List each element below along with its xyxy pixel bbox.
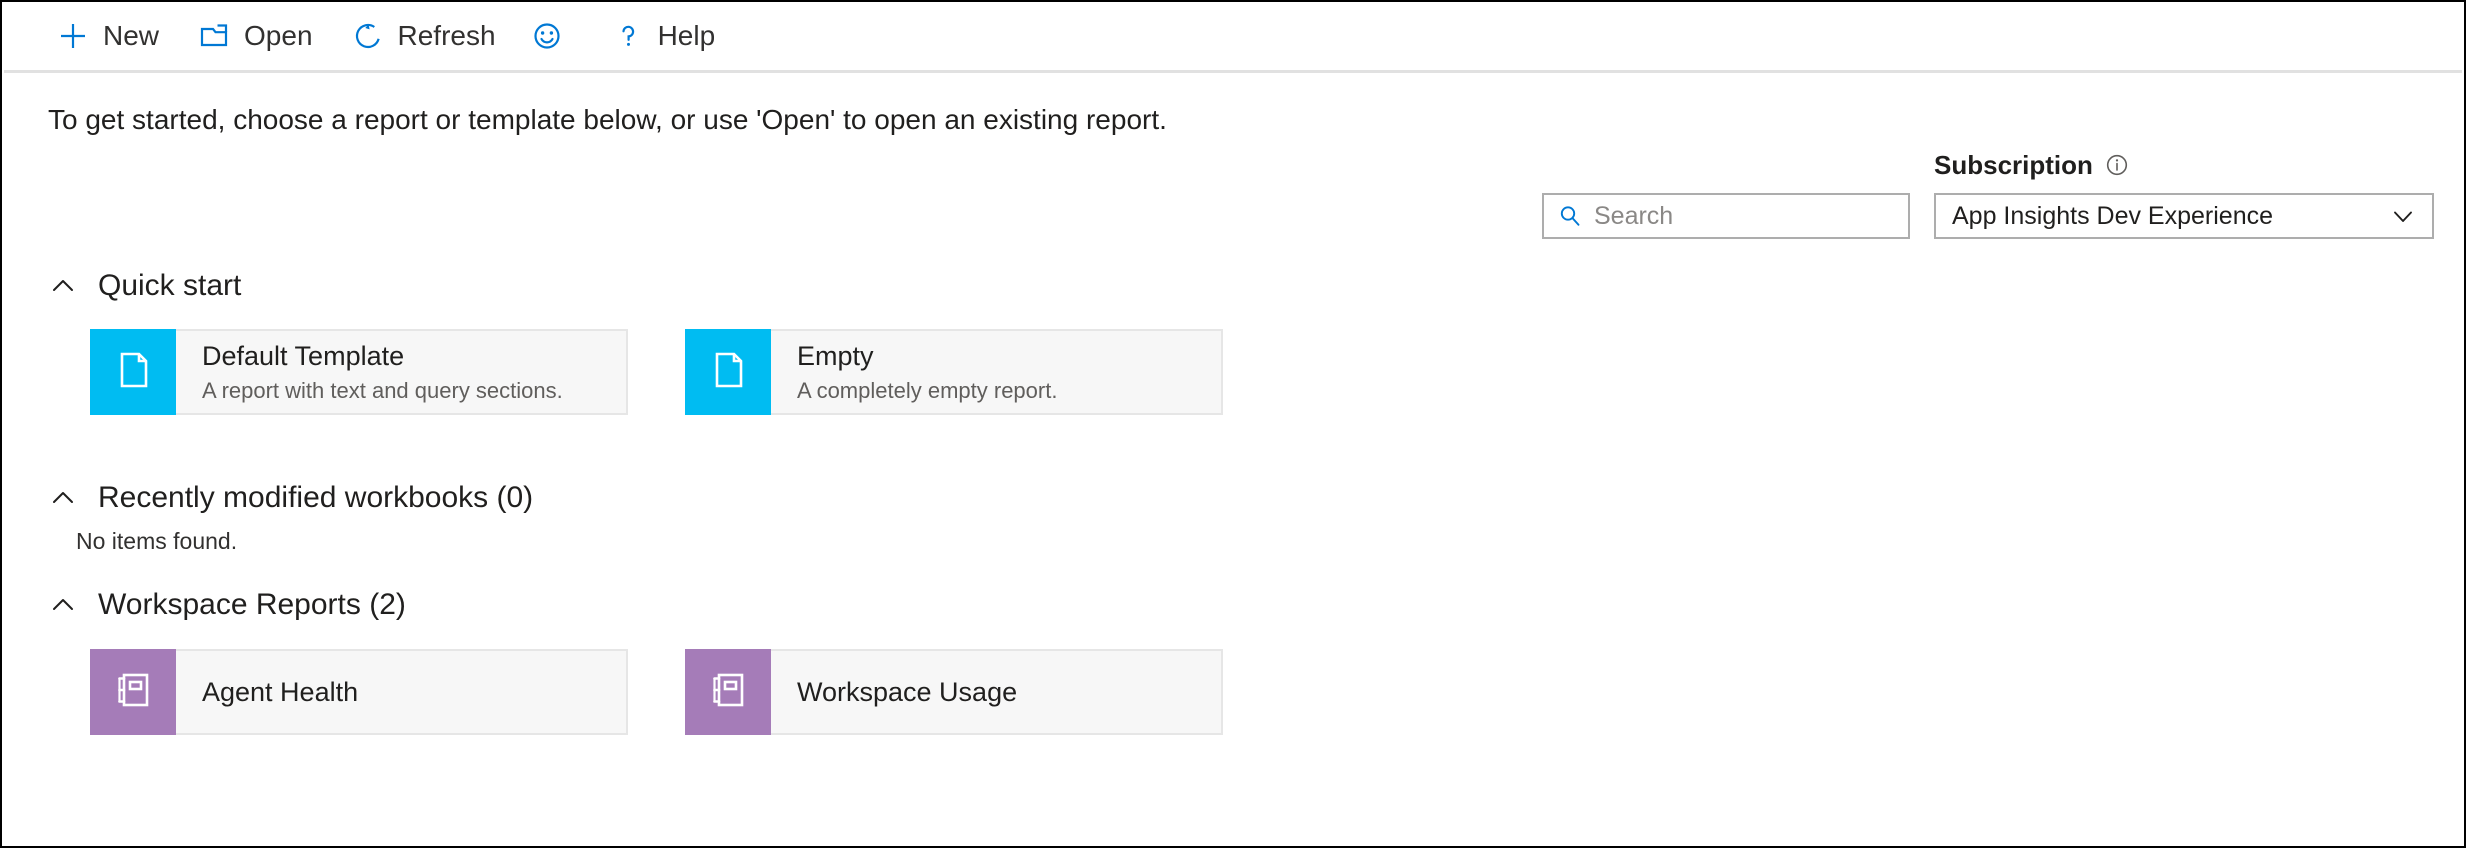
section-title-workspace-reports: Workspace Reports (2) xyxy=(98,586,406,624)
open-folder-icon xyxy=(197,19,231,53)
refresh-button[interactable]: Refresh xyxy=(337,12,510,60)
section-title-quick-start: Quick start xyxy=(98,267,241,305)
workbook-icon xyxy=(111,668,155,717)
card-tile-empty xyxy=(685,329,771,415)
card-workspace-usage[interactable]: Workspace Usage xyxy=(685,649,1223,735)
search-icon xyxy=(1558,204,1582,228)
chevron-up-icon xyxy=(48,483,78,513)
refresh-button-label: Refresh xyxy=(398,19,496,53)
open-button[interactable]: Open xyxy=(183,12,327,60)
section-header-quick-start[interactable]: Quick start xyxy=(48,267,241,305)
card-tile-default-template xyxy=(90,329,176,415)
subscription-label-row: Subscription xyxy=(1934,150,2129,180)
smiley-feedback-icon xyxy=(530,19,564,53)
card-description: A report with text and query sections. xyxy=(202,377,563,405)
card-tile-workspace-usage xyxy=(685,649,771,735)
card-body-empty: Empty A completely empty report. xyxy=(771,331,1057,413)
help-button[interactable]: Help xyxy=(597,12,730,60)
question-mark-icon xyxy=(611,19,645,53)
page-intro-text: To get started, choose a report or templ… xyxy=(48,102,1167,138)
toolbar-divider xyxy=(4,70,2462,73)
card-description: A completely empty report. xyxy=(797,377,1057,405)
filters-bar: Subscription App Insights Dev Experience xyxy=(1542,150,2438,250)
subscription-selected-value: App Insights Dev Experience xyxy=(1952,198,2273,234)
new-button-label: New xyxy=(103,19,159,53)
workbook-icon xyxy=(706,668,750,717)
document-icon xyxy=(111,348,155,397)
card-body-workspace-usage: Workspace Usage xyxy=(771,651,1017,733)
chevron-down-icon xyxy=(2390,203,2416,229)
open-button-label: Open xyxy=(244,19,313,53)
quick-start-card-row: Default Template A report with text and … xyxy=(90,329,1223,415)
section-header-workspace-reports[interactable]: Workspace Reports (2) xyxy=(48,586,406,624)
workbooks-gallery-page: New Open Refresh xyxy=(0,0,2466,848)
card-title: Workspace Usage xyxy=(797,676,1017,709)
new-button[interactable]: New xyxy=(42,12,173,60)
search-box[interactable] xyxy=(1542,193,1910,239)
section-header-recently-modified[interactable]: Recently modified workbooks (0) xyxy=(48,479,533,517)
recently-modified-empty-message: No items found. xyxy=(76,526,237,556)
section-title-recently-modified: Recently modified workbooks (0) xyxy=(98,479,533,517)
command-toolbar: New Open Refresh xyxy=(2,2,2464,70)
card-body-default-template: Default Template A report with text and … xyxy=(176,331,563,413)
card-empty[interactable]: Empty A completely empty report. xyxy=(685,329,1223,415)
workspace-reports-card-row: Agent Health Workspace Usage xyxy=(90,649,1223,735)
card-body-agent-health: Agent Health xyxy=(176,651,358,733)
help-button-label: Help xyxy=(658,19,716,53)
refresh-icon xyxy=(351,19,385,53)
feedback-button[interactable] xyxy=(520,12,587,60)
plus-icon xyxy=(56,19,90,53)
document-icon xyxy=(706,348,750,397)
card-tile-agent-health xyxy=(90,649,176,735)
info-icon[interactable] xyxy=(2105,153,2129,177)
search-input[interactable] xyxy=(1594,198,1884,234)
subscription-label: Subscription xyxy=(1934,150,2093,180)
chevron-up-icon xyxy=(48,590,78,620)
card-agent-health[interactable]: Agent Health xyxy=(90,649,628,735)
card-default-template[interactable]: Default Template A report with text and … xyxy=(90,329,628,415)
chevron-up-icon xyxy=(48,271,78,301)
card-title: Empty xyxy=(797,340,1057,373)
subscription-dropdown[interactable]: App Insights Dev Experience xyxy=(1934,193,2434,239)
card-title: Agent Health xyxy=(202,676,358,709)
card-title: Default Template xyxy=(202,340,563,373)
